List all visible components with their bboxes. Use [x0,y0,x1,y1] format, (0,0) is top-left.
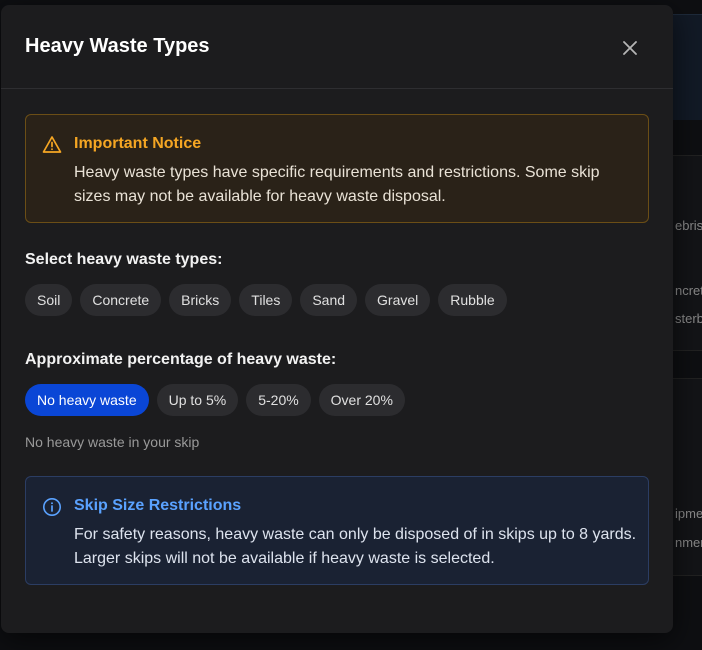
background-text: nmer [675,535,702,550]
close-button[interactable] [618,36,642,60]
restrictions-body: For safety reasons, heavy waste can only… [74,526,637,567]
chip-soil[interactable]: Soil [25,284,73,316]
close-icon [623,41,637,55]
waste-types-label: Select heavy waste types: [25,251,223,268]
background-text: sterb [675,311,702,326]
percentage-chips: No heavy waste Up to 5% 5-20% Over 20% [25,384,405,416]
background-text: ebris [675,218,702,233]
chip-gravel[interactable]: Gravel [365,284,431,316]
skip-size-restrictions: Skip Size Restrictions For safety reason… [25,476,649,585]
chip-tiles[interactable]: Tiles [239,284,293,316]
chip-rubble[interactable]: Rubble [438,284,507,316]
restrictions-title: Skip Size Restrictions [74,497,242,514]
percentage-hint: No heavy waste in your skip [25,434,200,450]
percentage-label: Approximate percentage of heavy waste: [25,351,337,368]
notice-title: Important Notice [74,135,202,152]
waste-type-chips: Soil Concrete Bricks Tiles Sand Gravel R… [25,284,507,316]
notice-body: Heavy waste types have specific requirem… [74,164,600,205]
chip-no-heavy-waste[interactable]: No heavy waste [25,384,149,416]
info-circle-icon [43,498,61,516]
warning-triangle-icon [42,136,62,153]
chip-bricks[interactable]: Bricks [169,284,232,316]
chip-concrete[interactable]: Concrete [80,284,162,316]
modal-title: Heavy Waste Types [25,35,210,57]
chip-up-to-5[interactable]: Up to 5% [156,384,239,416]
important-notice: Important Notice Heavy waste types have … [25,114,649,223]
chip-sand[interactable]: Sand [300,284,358,316]
background-text: ncrete [675,283,702,298]
modal-header: Heavy Waste Types [1,5,673,89]
chip-over-20[interactable]: Over 20% [318,384,405,416]
background-card [672,14,702,120]
background-text: ipme [675,506,702,521]
chip-5-20[interactable]: 5-20% [246,384,311,416]
heavy-waste-modal: Heavy Waste Types Important Notice Heavy… [1,5,673,633]
